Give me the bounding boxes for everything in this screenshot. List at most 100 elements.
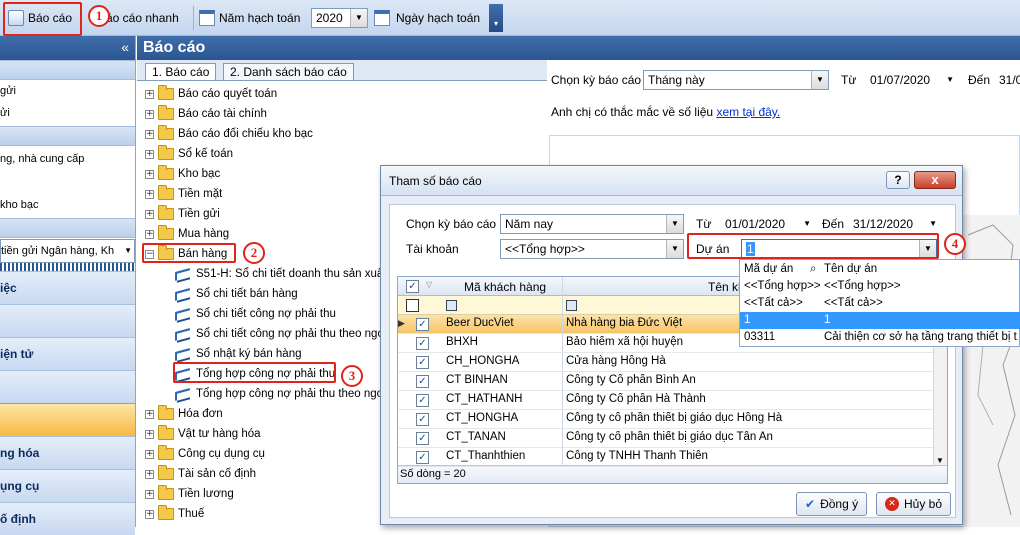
row-checkbox[interactable]: ✓ [416,337,429,350]
collapse-panel-icon[interactable]: « [0,36,135,60]
tree-folder[interactable]: + Hóa đơn [145,405,223,423]
expand-icon[interactable]: + [145,149,154,159]
toolbar-overflow-button[interactable]: ▾ [489,4,503,32]
expand-icon[interactable]: + [145,469,154,479]
nav-button[interactable]: iện tử [0,337,135,370]
nav-button[interactable]: iệc [0,271,135,304]
help-button[interactable]: ? [886,171,910,189]
dialog-to-date[interactable]: 31/12/2020 ▼ [848,214,940,234]
table-row[interactable]: ✓ CT_Thanhthien Công ty TNHH Thanh Thiên [398,448,933,467]
select-all-checkbox[interactable]: ✓ [406,280,419,293]
expand-icon[interactable]: + [145,409,154,419]
nav-button-active[interactable] [0,403,135,436]
tree-folder[interactable]: + Báo cáo quyết toán [145,85,277,103]
left-item[interactable]: gửi [0,80,135,102]
tree-folder[interactable]: + Tiền gửi [145,205,220,223]
tree-report[interactable]: Sổ nhật ký bán hàng [175,345,302,363]
expand-icon[interactable]: + [145,129,154,139]
tree-report[interactable]: S51-H: Sổ chi tiết doanh thu sản xuất [175,265,387,283]
tree-report[interactable]: Sổ chi tiết công nợ phải thu theo ngoại [175,325,393,343]
filter-icon[interactable] [566,300,577,311]
dropdown-option[interactable]: 11 [740,312,1020,329]
tree-report[interactable]: Sổ chi tiết công nợ phải thu [175,305,336,323]
cancel-button[interactable]: ✕ Hủy bỏ [876,492,952,516]
quick-report-button[interactable]: Báo cáo nhanh [98,5,180,31]
tree-folder[interactable]: + Báo cáo tài chính [145,105,267,123]
table-row[interactable]: ✓ CT_TANAN Công ty cổ phần thiết bị giáo d… [398,429,933,448]
table-row[interactable]: ✓ CT BINHAN Công ty Cổ phần Bình An [398,372,933,391]
expand-icon[interactable]: + [145,169,154,179]
tree-folder[interactable]: + Kho bạc [145,165,220,183]
chevron-down-icon[interactable]: ▼ [811,71,828,89]
row-checkbox[interactable]: ✓ [416,375,429,388]
tree-folder[interactable]: + Tiền mặt [145,185,222,203]
dialog-from-date[interactable]: 01/01/2020 ▼ [720,214,814,234]
nav-button[interactable]: ố định [0,502,135,535]
left-item[interactable]: kho bạc [0,194,135,216]
expand-icon[interactable]: + [145,429,154,439]
tab-report[interactable]: 1. Báo cáo [145,63,217,81]
help-link[interactable]: xem tại đây. [716,105,780,119]
tab-report-list[interactable]: 2. Danh sách báo cáo [223,63,354,81]
tree-folder[interactable]: + Tài sản cố định [145,465,256,483]
nav-button[interactable]: ụng cụ [0,469,135,502]
expand-icon[interactable]: + [145,189,154,199]
row-checkbox[interactable]: ✓ [416,413,429,426]
tree-folder[interactable]: + Công cụ dụng cụ [145,445,265,463]
nav-button[interactable] [0,304,135,337]
filter-checkbox[interactable] [406,299,419,312]
table-row[interactable]: ✓ CT_HATHANH Công ty Cổ phần Hà Thành [398,391,933,410]
row-checkbox[interactable]: ✓ [416,394,429,407]
accounting-date-button[interactable]: Ngày hạch toán [374,5,480,31]
dialog-period-select[interactable]: Năm nay ▼ [500,214,684,234]
col-customer-code[interactable]: Mã khách hàng [464,280,546,294]
to-date-field[interactable]: 31/0 [999,73,1020,87]
chevron-down-icon[interactable]: ▼ [929,215,937,233]
nav-button[interactable] [0,370,135,403]
dropdown-option[interactable]: 03311 Cải thiện cơ sở hạ tầng trang thiết… [740,329,1020,346]
expand-icon[interactable]: + [145,489,154,499]
from-date-field[interactable]: 01/07/2020 ▼ [865,70,957,90]
table-row[interactable]: ✓ CT_HONGHA Công ty cổ phần thiết bị giáo … [398,410,933,429]
chevron-down-icon[interactable]: ▼ [666,240,683,258]
row-checkbox[interactable]: ✓ [416,432,429,445]
customer-name-cell: Công ty TNHH Thanh Thiên [566,450,708,462]
splitter-grip[interactable] [0,263,135,271]
chevron-down-icon[interactable]: ▼ [803,215,811,233]
dropdown-option[interactable]: <<Tổng hợp>> <<Tổng hợp>> [740,278,1020,295]
expand-icon[interactable]: + [145,229,154,239]
chevron-down-icon[interactable]: ▼ [124,240,132,262]
expand-icon[interactable]: + [145,89,154,99]
filter-icon[interactable] [446,300,457,311]
chevron-down-icon[interactable]: ▼ [946,71,954,89]
fiscal-year-select[interactable]: 2020 ▼ [311,8,368,28]
row-checkbox[interactable]: ✓ [416,356,429,369]
tree-folder[interactable]: + Tiền lương [145,485,234,503]
account-select[interactable]: <<Tổng hợp>> ▼ [500,239,684,259]
expand-icon[interactable]: + [145,509,154,519]
nav-button[interactable]: ng hóa [0,436,135,469]
left-item[interactable]: ửi [0,102,135,124]
row-checkbox[interactable]: ✓ [416,451,429,464]
tree-folder[interactable]: + Sổ kế toán [145,145,233,163]
expand-icon[interactable]: + [145,209,154,219]
expand-icon[interactable]: + [145,109,154,119]
expand-icon[interactable]: + [145,449,154,459]
left-item[interactable]: ng, nhà cung cấp [0,148,135,170]
tree-folder[interactable]: + Thuế [145,505,204,523]
tree-folder[interactable]: + Báo cáo đối chiếu kho bạc [145,125,313,143]
dropdown-option[interactable]: <<Tất cả>> <<Tất cả>> [740,295,1020,312]
chevron-down-icon[interactable]: ▼ [936,456,944,465]
row-checkbox[interactable]: ✓ [416,318,429,331]
tree-folder[interactable]: + Vật tư hàng hóa [145,425,261,443]
left-account-combo[interactable]: tiền gửi Ngân hàng, Kh ▼ [0,239,135,263]
table-row[interactable]: ✓ CH_HONGHA Cửa hàng Hồng Hà [398,353,933,372]
tree-report[interactable]: Sổ chi tiết bán hàng [175,285,298,303]
chevron-down-icon[interactable]: ▼ [666,215,683,233]
tree-report[interactable]: Tổng hợp công nợ phải thu theo ngoại [175,385,392,403]
period-select[interactable]: Tháng này ▼ [643,70,829,90]
ok-button[interactable]: ✔ Đồng ý [796,492,868,516]
close-button[interactable]: x [914,171,956,189]
tree-folder[interactable]: + Mua hàng [145,225,229,243]
chevron-down-icon[interactable]: ▼ [350,9,367,27]
